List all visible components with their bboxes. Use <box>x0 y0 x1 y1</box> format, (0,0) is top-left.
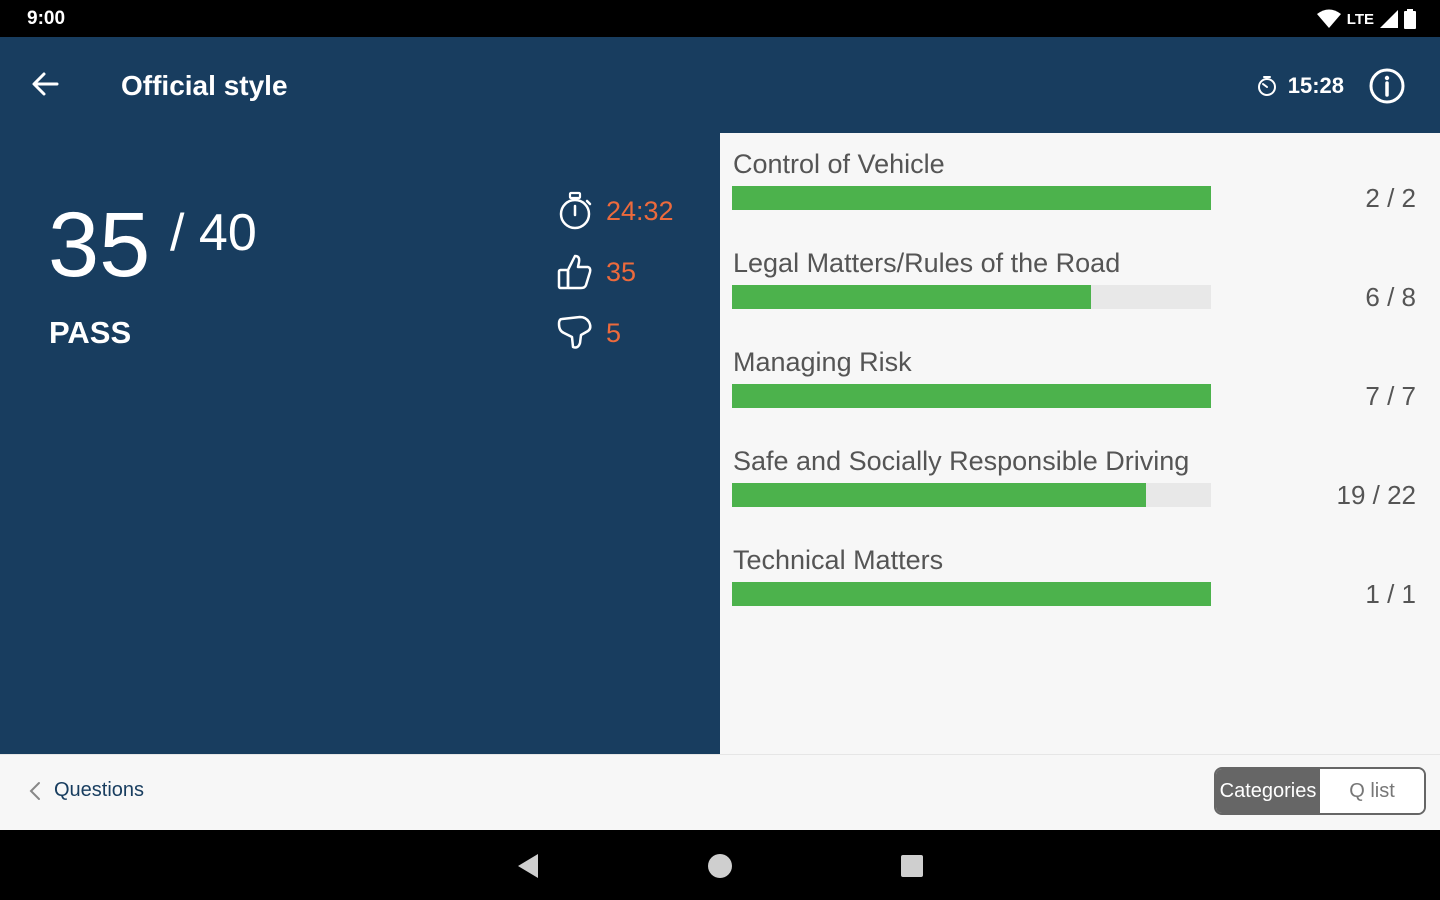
score-correct: 35 <box>48 194 151 296</box>
correct-count: 35 <box>606 256 637 287</box>
stopwatch-icon <box>559 191 592 230</box>
category-name: Managing Risk <box>733 347 912 377</box>
qlist-toggle[interactable]: Q list <box>1320 769 1424 813</box>
category-score: 2 / 2 <box>1365 183 1416 213</box>
view-toggle: Categories Q list <box>1214 767 1426 815</box>
category-progress-track <box>732 582 1211 606</box>
timer-icon <box>1257 76 1276 96</box>
category-name: Legal Matters/Rules of the Road <box>733 248 1121 278</box>
category-score: 19 / 22 <box>1336 480 1416 510</box>
wifi-icon <box>1316 9 1341 28</box>
circle-home-icon <box>708 854 732 878</box>
triangle-back-icon <box>518 854 538 878</box>
category-item[interactable]: Legal Matters/Rules of the Road 6 / 8 <box>720 248 1440 338</box>
timer-value: 15:28 <box>1287 73 1344 98</box>
status-bar: 9:00 LTE <box>0 0 1440 37</box>
app-bar: Official style 15:28 <box>0 37 1440 133</box>
questions-button[interactable]: Questions <box>28 779 144 802</box>
category-item[interactable]: Control of Vehicle 2 / 2 <box>720 149 1440 239</box>
category-progress-track <box>732 483 1211 507</box>
category-name: Control of Vehicle <box>733 149 945 179</box>
time-taken-value: 24:32 <box>606 195 674 226</box>
nav-recents-button[interactable] <box>898 852 926 880</box>
thumbs-up-icon <box>557 254 592 290</box>
score-panel: 35 / 40 PASS 24:32 35 5 <box>0 133 720 754</box>
category-progress-fill <box>732 384 1211 408</box>
navigation-bar <box>0 830 1440 900</box>
category-progress-fill <box>732 285 1092 309</box>
category-progress-track <box>732 186 1211 210</box>
category-score: 1 / 1 <box>1365 579 1416 609</box>
status-time: 9:00 <box>27 8 66 29</box>
status-icons: LTE <box>1316 8 1416 30</box>
result-label: PASS <box>49 315 132 350</box>
wrong-count: 5 <box>606 317 622 348</box>
info-icon <box>1369 68 1405 104</box>
category-progress-track <box>732 384 1211 408</box>
category-score: 6 / 8 <box>1365 282 1416 312</box>
categories-panel: Control of Vehicle 2 / 2 Legal Matters/R… <box>720 133 1440 754</box>
category-item[interactable]: Managing Risk 7 / 7 <box>720 347 1440 437</box>
category-name: Technical Matters <box>733 545 944 575</box>
category-progress-fill <box>732 186 1211 210</box>
time-taken-stat: 24:32 <box>556 191 674 231</box>
exam-timer: 15:28 <box>1256 73 1344 99</box>
signal-icon <box>1380 10 1398 28</box>
category-item[interactable]: Technical Matters 1 / 1 <box>720 545 1440 635</box>
battery-icon <box>1404 9 1416 29</box>
bottom-bar: Questions Categories Q list <box>0 754 1440 831</box>
wrong-answers-stat: 5 <box>556 313 621 353</box>
category-progress-fill <box>732 483 1146 507</box>
arrow-left-icon <box>32 72 59 96</box>
page-title: Official style <box>121 70 288 101</box>
category-score: 7 / 7 <box>1365 381 1416 411</box>
correct-answers-stat: 35 <box>556 252 636 292</box>
category-item[interactable]: Safe and Socially Responsible Driving 19… <box>720 446 1440 536</box>
chevron-left-icon <box>29 781 40 800</box>
categories-toggle[interactable]: Categories <box>1216 769 1320 813</box>
category-name: Safe and Socially Responsible Driving <box>733 446 1190 476</box>
category-progress-fill <box>732 582 1211 606</box>
info-button[interactable] <box>1368 67 1406 105</box>
nav-back-button[interactable] <box>514 852 542 880</box>
network-type: LTE <box>1346 10 1374 28</box>
square-recents-icon <box>901 855 923 877</box>
back-button[interactable] <box>30 65 80 105</box>
category-progress-track <box>732 285 1211 309</box>
score-total: / 40 <box>170 204 257 262</box>
thumbs-down-icon <box>557 315 592 349</box>
nav-home-button[interactable] <box>706 852 734 880</box>
questions-label: Questions <box>54 779 145 801</box>
